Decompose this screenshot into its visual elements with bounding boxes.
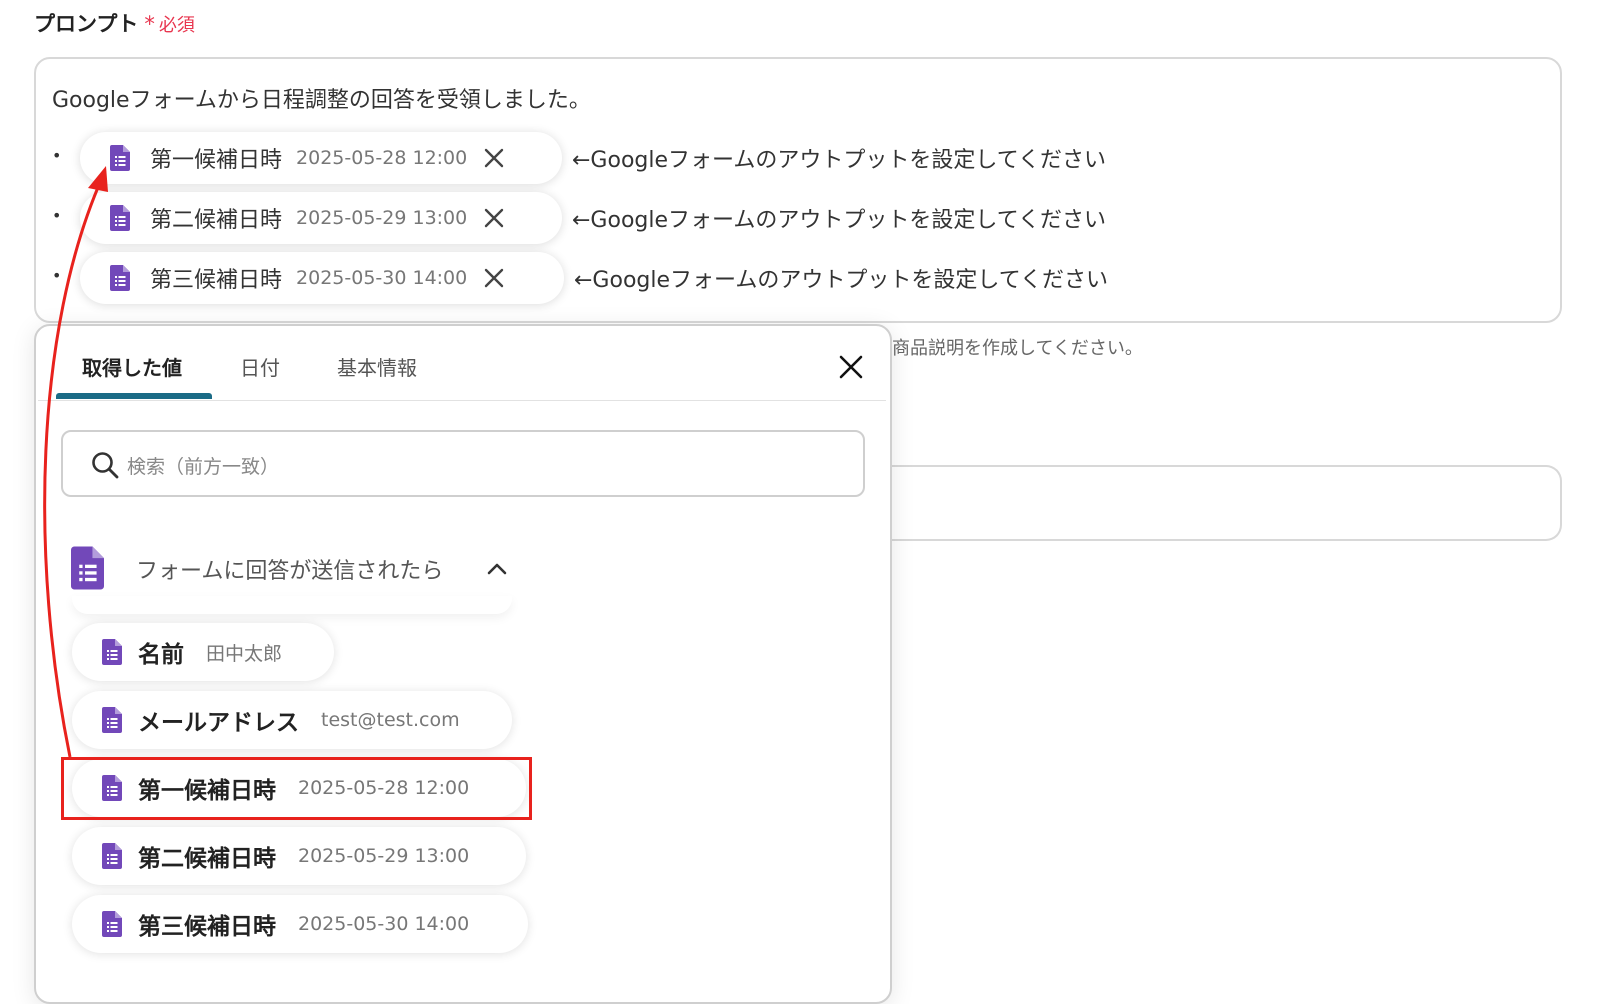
search-placeholder: 検索（前方一致） xyxy=(127,456,280,478)
tab-basic-info[interactable]: 基本情報 xyxy=(337,352,417,381)
item-value: 田中太郎 xyxy=(206,642,283,665)
value-item-email[interactable]: メールアドレス test@test.com xyxy=(72,691,512,749)
item-label: 第二候補日時 xyxy=(138,846,276,872)
tabs-divider xyxy=(38,400,886,401)
required-label: 必須 xyxy=(158,15,195,36)
google-forms-icon xyxy=(110,205,130,231)
variable-chip[interactable]: 第三候補日時 2025-05-30 14:00 xyxy=(80,252,564,304)
value-item-name[interactable]: 名前 田中太郎 xyxy=(72,623,334,681)
chip-label: 第三候補日時 xyxy=(150,268,283,293)
value-item-second-choice[interactable]: 第二候補日時 2025-05-29 13:00 xyxy=(72,827,526,885)
chip-value: 2025-05-28 12:00 xyxy=(296,147,468,169)
google-forms-icon xyxy=(102,639,122,665)
item-label: 名前 xyxy=(138,642,184,668)
value-item-third-choice[interactable]: 第三候補日時 2025-05-30 14:00 xyxy=(72,895,528,953)
instruction-note: ←Googleフォームのアウトプットを設定してください xyxy=(572,148,1107,173)
instruction-note: ←Googleフォームのアウトプットを設定してください xyxy=(574,268,1109,293)
item-value: 2025-05-29 13:00 xyxy=(298,845,470,867)
google-forms-icon xyxy=(110,265,130,291)
google-forms-icon xyxy=(71,546,104,590)
item-value: test@test.com xyxy=(321,709,460,731)
bullet-marker: • xyxy=(52,146,62,165)
secondary-input-field[interactable] xyxy=(870,465,1562,541)
chip-value: 2025-05-29 13:00 xyxy=(296,207,468,229)
trigger-group-title[interactable]: フォームに回答が送信されたら xyxy=(136,553,443,585)
close-icon[interactable] xyxy=(838,354,864,380)
chevron-up-icon[interactable] xyxy=(486,560,508,578)
variable-chip[interactable]: 第二候補日時 2025-05-29 13:00 xyxy=(80,192,562,244)
chip-label: 第二候補日時 xyxy=(150,208,283,233)
remove-chip-icon[interactable] xyxy=(483,207,505,229)
search-icon xyxy=(90,450,120,480)
bullet-marker: • xyxy=(52,206,62,225)
remove-chip-icon[interactable] xyxy=(483,147,505,169)
item-label: 第三候補日時 xyxy=(138,914,276,940)
active-tab-indicator xyxy=(56,393,212,399)
highlight-annotation xyxy=(61,757,532,820)
variable-chip[interactable]: 第一候補日時 2025-05-28 12:00 xyxy=(80,132,562,184)
google-forms-icon xyxy=(102,843,122,869)
google-forms-icon xyxy=(110,145,130,171)
chip-value: 2025-05-30 14:00 xyxy=(296,267,468,289)
google-forms-icon xyxy=(102,707,122,733)
field-label-text: プロンプト xyxy=(34,12,139,36)
chip-label: 第一候補日時 xyxy=(150,148,283,173)
bullet-marker: • xyxy=(52,266,62,285)
google-forms-icon xyxy=(102,911,122,937)
tab-acquired-values[interactable]: 取得した値 xyxy=(82,352,182,381)
scrolled-item-edge xyxy=(72,596,512,614)
item-value: 2025-05-30 14:00 xyxy=(298,913,470,935)
instruction-note: ←Googleフォームのアウトプットを設定してください xyxy=(572,208,1107,233)
item-label: メールアドレス xyxy=(138,710,299,736)
prompt-field-label: プロンプト * 必須 xyxy=(34,8,195,38)
helper-text: 商品説明を作成してください。 xyxy=(892,338,1143,359)
tab-date[interactable]: 日付 xyxy=(240,352,280,381)
prompt-intro-text: Googleフォームから日程調整の回答を受領しました。 xyxy=(52,88,591,113)
remove-chip-icon[interactable] xyxy=(483,267,505,289)
required-star: * xyxy=(144,12,155,36)
